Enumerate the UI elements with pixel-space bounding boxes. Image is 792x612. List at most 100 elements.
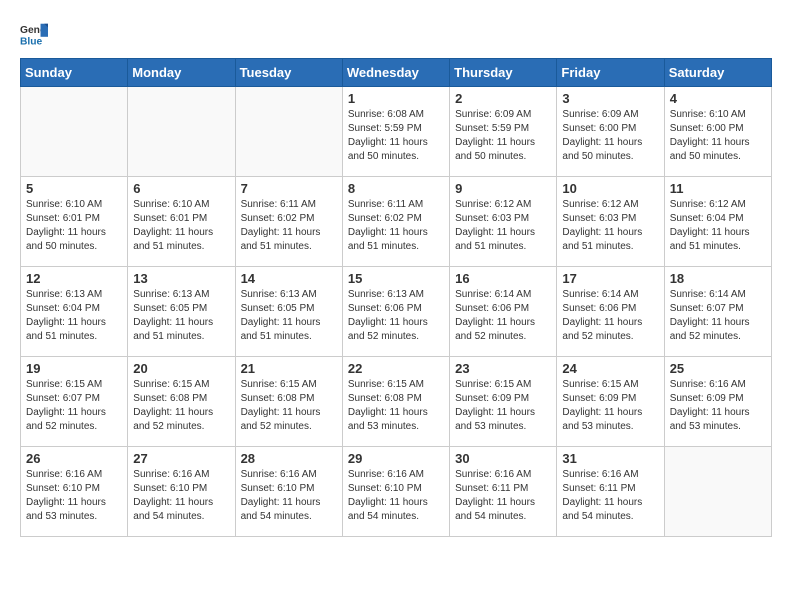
header-saturday: Saturday bbox=[664, 59, 771, 87]
day-number: 15 bbox=[348, 271, 444, 286]
day-info: Sunrise: 6:16 AM Sunset: 6:11 PM Dayligh… bbox=[455, 468, 551, 524]
calendar-cell bbox=[21, 87, 128, 177]
day-number: 10 bbox=[562, 181, 658, 196]
week-row-5: 26 Sunrise: 6:16 AM Sunset: 6:10 PM Dayli… bbox=[21, 447, 772, 537]
logo: General Blue bbox=[20, 20, 48, 48]
day-info: Sunrise: 6:15 AM Sunset: 6:08 PM Dayligh… bbox=[241, 378, 337, 434]
calendar-cell: 18 Sunrise: 6:14 AM Sunset: 6:07 PM Dayli… bbox=[664, 267, 771, 357]
calendar-cell: 1 Sunrise: 6:08 AM Sunset: 5:59 PM Daylig… bbox=[342, 87, 449, 177]
calendar-cell: 8Sunrise: 6:11 AM Sunset: 6:02 PM Daylig… bbox=[342, 177, 449, 267]
week-row-3: 12 Sunrise: 6:13 AM Sunset: 6:04 PM Dayli… bbox=[21, 267, 772, 357]
header-thursday: Thursday bbox=[450, 59, 557, 87]
day-info: Sunrise: 6:14 AM Sunset: 6:06 PM Dayligh… bbox=[562, 288, 658, 344]
day-info: Sunrise: 6:13 AM Sunset: 6:04 PM Dayligh… bbox=[26, 288, 122, 344]
day-info: Sunrise: 6:15 AM Sunset: 6:07 PM Dayligh… bbox=[26, 378, 122, 434]
day-info: Sunrise: 6:16 AM Sunset: 6:10 PM Dayligh… bbox=[26, 468, 122, 524]
day-info: Sunrise: 6:12 AM Sunset: 6:03 PM Dayligh… bbox=[455, 198, 551, 254]
day-number: 17 bbox=[562, 271, 658, 286]
day-number: 6 bbox=[133, 181, 229, 196]
calendar-cell: 16 Sunrise: 6:14 AM Sunset: 6:06 PM Dayli… bbox=[450, 267, 557, 357]
calendar-cell: 14Sunrise: 6:13 AM Sunset: 6:05 PM Dayli… bbox=[235, 267, 342, 357]
calendar-cell bbox=[128, 87, 235, 177]
day-number: 13 bbox=[133, 271, 229, 286]
calendar-cell: 7 Sunrise: 6:11 AM Sunset: 6:02 PM Daylig… bbox=[235, 177, 342, 267]
calendar-cell: 20Sunrise: 6:15 AM Sunset: 6:08 PM Dayli… bbox=[128, 357, 235, 447]
day-info: Sunrise: 6:14 AM Sunset: 6:06 PM Dayligh… bbox=[455, 288, 551, 344]
calendar-cell: 25 Sunrise: 6:16 AM Sunset: 6:09 PM Dayli… bbox=[664, 357, 771, 447]
calendar-cell bbox=[664, 447, 771, 537]
day-info: Sunrise: 6:13 AM Sunset: 6:06 PM Dayligh… bbox=[348, 288, 444, 344]
day-number: 11 bbox=[670, 181, 766, 196]
day-number: 26 bbox=[26, 451, 122, 466]
calendar-cell: 4 Sunrise: 6:10 AM Sunset: 6:00 PM Daylig… bbox=[664, 87, 771, 177]
day-number: 16 bbox=[455, 271, 551, 286]
day-number: 9 bbox=[455, 181, 551, 196]
calendar-cell: 22 Sunrise: 6:15 AM Sunset: 6:08 PM Dayli… bbox=[342, 357, 449, 447]
day-number: 19 bbox=[26, 361, 122, 376]
day-info: Sunrise: 6:09 AM Sunset: 5:59 PM Dayligh… bbox=[455, 108, 551, 164]
calendar-cell: 26 Sunrise: 6:16 AM Sunset: 6:10 PM Dayli… bbox=[21, 447, 128, 537]
day-number: 20 bbox=[133, 361, 229, 376]
calendar-cell: 3 Sunrise: 6:09 AM Sunset: 6:00 PM Daylig… bbox=[557, 87, 664, 177]
day-info: Sunrise: 6:13 AM Sunset: 6:05 PM Dayligh… bbox=[241, 288, 337, 344]
day-number: 28 bbox=[241, 451, 337, 466]
day-info: Sunrise: 6:11 AM Sunset: 6:02 PM Dayligh… bbox=[348, 198, 444, 254]
header-tuesday: Tuesday bbox=[235, 59, 342, 87]
svg-text:Blue: Blue bbox=[20, 36, 43, 47]
day-number: 3 bbox=[562, 91, 658, 106]
day-number: 4 bbox=[670, 91, 766, 106]
day-number: 27 bbox=[133, 451, 229, 466]
day-info: Sunrise: 6:15 AM Sunset: 6:08 PM Dayligh… bbox=[348, 378, 444, 434]
day-info: Sunrise: 6:12 AM Sunset: 6:03 PM Dayligh… bbox=[562, 198, 658, 254]
header: General Blue bbox=[20, 20, 772, 48]
day-info: Sunrise: 6:16 AM Sunset: 6:10 PM Dayligh… bbox=[241, 468, 337, 524]
day-info: Sunrise: 6:16 AM Sunset: 6:09 PM Dayligh… bbox=[670, 378, 766, 434]
day-number: 2 bbox=[455, 91, 551, 106]
day-number: 12 bbox=[26, 271, 122, 286]
day-info: Sunrise: 6:16 AM Sunset: 6:11 PM Dayligh… bbox=[562, 468, 658, 524]
weekday-header-row: Sunday Monday Tuesday Wednesday Thursday… bbox=[21, 59, 772, 87]
day-info: Sunrise: 6:15 AM Sunset: 6:09 PM Dayligh… bbox=[455, 378, 551, 434]
day-number: 29 bbox=[348, 451, 444, 466]
calendar-cell: 17 Sunrise: 6:14 AM Sunset: 6:06 PM Dayli… bbox=[557, 267, 664, 357]
day-info: Sunrise: 6:16 AM Sunset: 6:10 PM Dayligh… bbox=[348, 468, 444, 524]
calendar-cell: 6 Sunrise: 6:10 AM Sunset: 6:01 PM Daylig… bbox=[128, 177, 235, 267]
day-number: 30 bbox=[455, 451, 551, 466]
day-number: 22 bbox=[348, 361, 444, 376]
calendar-cell: 24Sunrise: 6:15 AM Sunset: 6:09 PM Dayli… bbox=[557, 357, 664, 447]
calendar-cell: 30 Sunrise: 6:16 AM Sunset: 6:11 PM Dayli… bbox=[450, 447, 557, 537]
day-info: Sunrise: 6:09 AM Sunset: 6:00 PM Dayligh… bbox=[562, 108, 658, 164]
day-info: Sunrise: 6:08 AM Sunset: 5:59 PM Dayligh… bbox=[348, 108, 444, 164]
logo-icon: General Blue bbox=[20, 20, 48, 48]
calendar-cell: 2 Sunrise: 6:09 AM Sunset: 5:59 PM Daylig… bbox=[450, 87, 557, 177]
calendar-cell: 9 Sunrise: 6:12 AM Sunset: 6:03 PM Daylig… bbox=[450, 177, 557, 267]
day-number: 18 bbox=[670, 271, 766, 286]
header-sunday: Sunday bbox=[21, 59, 128, 87]
calendar-cell: 21 Sunrise: 6:15 AM Sunset: 6:08 PM Dayli… bbox=[235, 357, 342, 447]
day-number: 23 bbox=[455, 361, 551, 376]
day-number: 1 bbox=[348, 91, 444, 106]
day-number: 7 bbox=[241, 181, 337, 196]
day-number: 21 bbox=[241, 361, 337, 376]
calendar-table: Sunday Monday Tuesday Wednesday Thursday… bbox=[20, 58, 772, 537]
day-number: 24 bbox=[562, 361, 658, 376]
calendar-cell: 28 Sunrise: 6:16 AM Sunset: 6:10 PM Dayli… bbox=[235, 447, 342, 537]
day-info: Sunrise: 6:14 AM Sunset: 6:07 PM Dayligh… bbox=[670, 288, 766, 344]
day-info: Sunrise: 6:11 AM Sunset: 6:02 PM Dayligh… bbox=[241, 198, 337, 254]
day-info: Sunrise: 6:10 AM Sunset: 6:00 PM Dayligh… bbox=[670, 108, 766, 164]
header-friday: Friday bbox=[557, 59, 664, 87]
calendar-cell: 12 Sunrise: 6:13 AM Sunset: 6:04 PM Dayli… bbox=[21, 267, 128, 357]
calendar-cell: 5Sunrise: 6:10 AM Sunset: 6:01 PM Daylig… bbox=[21, 177, 128, 267]
day-number: 25 bbox=[670, 361, 766, 376]
calendar-cell: 10 Sunrise: 6:12 AM Sunset: 6:03 PM Dayli… bbox=[557, 177, 664, 267]
calendar-cell: 19 Sunrise: 6:15 AM Sunset: 6:07 PM Dayli… bbox=[21, 357, 128, 447]
calendar-cell: 13 Sunrise: 6:13 AM Sunset: 6:05 PM Dayli… bbox=[128, 267, 235, 357]
day-info: Sunrise: 6:10 AM Sunset: 6:01 PM Dayligh… bbox=[133, 198, 229, 254]
day-info: Sunrise: 6:13 AM Sunset: 6:05 PM Dayligh… bbox=[133, 288, 229, 344]
calendar-cell bbox=[235, 87, 342, 177]
day-info: Sunrise: 6:16 AM Sunset: 6:10 PM Dayligh… bbox=[133, 468, 229, 524]
day-info: Sunrise: 6:10 AM Sunset: 6:01 PM Dayligh… bbox=[26, 198, 122, 254]
calendar-cell: 23 Sunrise: 6:15 AM Sunset: 6:09 PM Dayli… bbox=[450, 357, 557, 447]
calendar-cell: 31Sunrise: 6:16 AM Sunset: 6:11 PM Dayli… bbox=[557, 447, 664, 537]
calendar-cell: 11Sunrise: 6:12 AM Sunset: 6:04 PM Dayli… bbox=[664, 177, 771, 267]
